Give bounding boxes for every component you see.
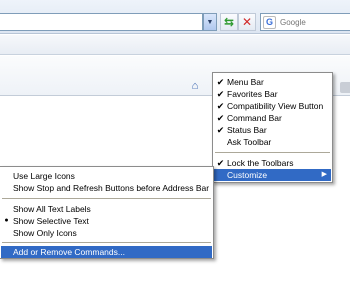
- menu-item-label: Show Only Icons: [13, 228, 77, 238]
- menu-item-show-only-icons[interactable]: Show Only Icons: [1, 227, 212, 239]
- address-dropdown-button[interactable]: ▼: [203, 13, 217, 31]
- check-icon: ✔: [216, 101, 225, 111]
- check-icon: ✔: [216, 89, 225, 99]
- menu-item-customize[interactable]: Customize ▶: [214, 169, 331, 181]
- check-icon: ✔: [216, 77, 225, 87]
- menu-item-label: Compatibility View Button: [227, 101, 324, 111]
- menu-item-menu-bar[interactable]: ✔ Menu Bar: [214, 76, 331, 88]
- menu-item-label: Status Bar: [227, 125, 267, 135]
- menu-item-stop-refresh-before-address[interactable]: Show Stop and Refresh Buttons before Add…: [1, 182, 212, 194]
- menu-item-label: Use Large Icons: [13, 171, 75, 181]
- google-icon: G: [263, 15, 276, 29]
- refresh-button[interactable]: ⇆: [220, 13, 238, 31]
- menu-item-show-selective-text[interactable]: ● Show Selective Text: [1, 215, 212, 227]
- menu-item-label: Show Stop and Refresh Buttons before Add…: [13, 183, 210, 193]
- favorites-bar: [0, 35, 350, 55]
- menu-item-compatibility-view-button[interactable]: ✔ Compatibility View Button: [214, 100, 331, 112]
- refresh-icon: ⇆: [223, 15, 235, 29]
- toolbar-context-menu: ✔ Menu Bar ✔ Favorites Bar ✔ Compatibili…: [212, 72, 333, 183]
- check-icon: ✔: [216, 158, 225, 168]
- menu-item-use-large-icons[interactable]: Use Large Icons: [1, 170, 212, 182]
- menu-item-label: Show All Text Labels: [13, 204, 91, 214]
- chevron-right-icon: ▶: [321, 171, 327, 178]
- menu-item-status-bar[interactable]: ✔ Status Bar: [214, 124, 331, 136]
- menu-item-label: Ask Toolbar: [227, 137, 272, 147]
- check-icon: ✔: [216, 125, 225, 135]
- menu-item-label: Command Bar: [227, 113, 282, 123]
- customize-submenu: Use Large Icons Show Stop and Refresh Bu…: [0, 166, 214, 259]
- address-toolbar: ▼ ⇆ ✕ G: [0, 0, 350, 34]
- menu-item-command-bar[interactable]: ✔ Command Bar: [214, 112, 331, 124]
- stop-icon: ✕: [241, 15, 253, 29]
- menu-separator: [2, 242, 211, 243]
- menu-item-ask-toolbar[interactable]: Ask Toolbar: [214, 136, 331, 148]
- menu-item-label: Add or Remove Commands...: [13, 247, 125, 257]
- search-box[interactable]: G: [260, 13, 350, 31]
- menu-separator: [2, 198, 211, 199]
- menu-item-lock-toolbars[interactable]: ✔ Lock the Toolbars: [214, 157, 331, 169]
- check-icon: ✔: [216, 113, 225, 123]
- menu-item-favorites-bar[interactable]: ✔ Favorites Bar: [214, 88, 331, 100]
- search-input[interactable]: [280, 15, 350, 29]
- feeds-icon[interactable]: [340, 82, 350, 93]
- radio-selected-icon: ●: [4, 217, 9, 224]
- menu-item-label: Menu Bar: [227, 77, 264, 87]
- menu-separator: [215, 152, 330, 153]
- address-field[interactable]: [0, 13, 203, 31]
- menu-item-show-all-text-labels[interactable]: Show All Text Labels: [1, 203, 212, 215]
- menu-item-add-remove-commands[interactable]: Add or Remove Commands...: [1, 246, 212, 258]
- menu-item-label: Customize: [227, 170, 268, 180]
- stop-button[interactable]: ✕: [238, 13, 256, 31]
- chevron-down-icon: ▼: [206, 18, 214, 26]
- menu-item-label: Favorites Bar: [227, 89, 278, 99]
- home-icon[interactable]: ⌂: [188, 79, 202, 92]
- menu-item-label: Show Selective Text: [13, 216, 89, 226]
- menu-item-label: Lock the Toolbars: [227, 158, 294, 168]
